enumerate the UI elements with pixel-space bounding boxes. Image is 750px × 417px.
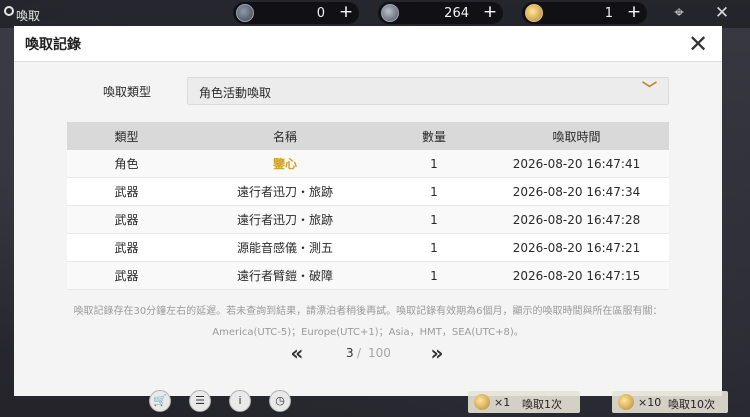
table-row: 武器 遠行者迅刀・旅跡 1 2026-08-20 16:47:28 — [67, 206, 669, 234]
shop-icon[interactable]: 🛒 — [149, 390, 171, 412]
row-type: 武器 — [114, 213, 139, 227]
pull-ten-button[interactable]: ×10 喚取10次 — [612, 391, 728, 413]
top-bar: 喚取 0 + 264 + 1 + ⌖ ✕ — [0, 0, 750, 28]
row-time: 2026-08-20 16:47:21 — [512, 240, 641, 255]
table-row: 武器 遠行者臂鎧・破障 1 2026-08-20 16:47:15 — [67, 262, 669, 290]
target-icon[interactable]: ⌖ — [669, 3, 689, 23]
column-header-time: 喚取時間 — [552, 129, 601, 144]
list-icon[interactable]: ☰ — [189, 390, 211, 412]
history-table: 類型 名稱 數量 喚取時間 角色 鑒心 1 2026-08-20 16:47:4… — [67, 122, 669, 290]
info-icon[interactable]: i — [229, 390, 251, 412]
table-row: 角色 鑒心 1 2026-08-20 16:47:41 — [67, 150, 669, 178]
row-qty: 1 — [430, 156, 438, 171]
close-icon[interactable]: ✕ — [684, 30, 712, 58]
row-time: 2026-08-20 16:47:15 — [512, 268, 641, 283]
row-name: 遠行者臂鎧・破障 — [236, 269, 333, 283]
resource-star: 264 + — [378, 2, 503, 24]
modal-header: 喚取記錄 ✕ — [14, 26, 722, 62]
row-qty: 1 — [430, 268, 438, 283]
gold-coin-icon — [474, 394, 490, 410]
history-icon[interactable]: ◷ — [269, 390, 291, 412]
row-name: 源能音感儀・測五 — [236, 241, 333, 255]
column-header-qty: 數量 — [421, 129, 446, 144]
row-time: 2026-08-20 16:47:34 — [512, 184, 641, 199]
current-page: 3 — [346, 346, 354, 360]
add-star-button[interactable]: + — [481, 4, 499, 22]
pull-one-label: 喚取1次 — [522, 398, 562, 411]
pull-ten-count: ×10 — [638, 396, 662, 409]
resource-gold: 1 + — [522, 2, 647, 24]
prev-page-icon[interactable]: « — [286, 343, 308, 364]
resource-lunite: 0 + — [233, 2, 359, 24]
row-qty: 1 — [430, 184, 438, 199]
resource-gold-value: 1 — [604, 6, 613, 21]
back-icon[interactable] — [4, 6, 14, 16]
close-screen-icon[interactable]: ✕ — [712, 3, 732, 23]
pagination: « 3 / 100 » — [14, 343, 722, 364]
column-header-type: 類型 — [114, 129, 139, 144]
row-qty: 1 — [430, 240, 438, 255]
filter-label: 喚取類型 — [103, 85, 152, 99]
notice-line-1: 喚取記錄存在30分鐘左右的延遲。若未查詢到結果，請漂泊者稍後再試。喚取記錄有效期… — [73, 306, 663, 317]
row-name: 鑒心 — [272, 157, 297, 171]
pull-one-count: ×1 — [494, 396, 511, 409]
table-row: 武器 遠行者迅刀・旅跡 1 2026-08-20 16:47:34 — [67, 178, 669, 206]
resource-star-value: 264 — [444, 6, 469, 21]
pull-history-modal: 喚取記錄 ✕ 喚取類型 角色活動喚取 ﹀ 類型 名稱 數量 喚取時間 角色 鑒心… — [14, 26, 722, 396]
table-row: 武器 源能音感儀・測五 1 2026-08-20 16:47:21 — [67, 234, 669, 262]
page-separator: / — [357, 346, 362, 360]
row-type: 武器 — [114, 269, 139, 283]
row-type: 武器 — [114, 185, 139, 199]
column-header-name: 名稱 — [272, 129, 297, 144]
total-pages: 100 — [368, 346, 391, 360]
pull-one-button[interactable]: ×1 喚取1次 — [468, 391, 580, 413]
table-body: 角色 鑒心 1 2026-08-20 16:47:41 武器 遠行者迅刀・旅跡 … — [67, 150, 669, 290]
table-header: 類型 名稱 數量 喚取時間 — [67, 122, 669, 150]
delay-notice: 喚取記錄存在30分鐘左右的延遲。若未查詢到結果，請漂泊者稍後再試。喚取記錄有效期… — [44, 301, 692, 343]
row-qty: 1 — [430, 212, 438, 227]
chevron-down-icon: ﹀ — [642, 80, 658, 98]
star-icon — [381, 4, 399, 22]
row-time: 2026-08-20 16:47:28 — [512, 212, 641, 227]
pull-ten-label: 喚取10次 — [668, 398, 715, 411]
add-gold-button[interactable]: + — [625, 4, 643, 22]
gold-coin-icon — [618, 394, 634, 410]
row-time: 2026-08-20 16:47:41 — [512, 156, 641, 171]
pull-type-select[interactable]: 角色活動喚取 ﹀ — [187, 77, 669, 105]
modal-title: 喚取記錄 — [25, 37, 81, 53]
pull-type-value: 角色活動喚取 — [199, 86, 272, 100]
row-name: 遠行者迅刀・旅跡 — [236, 185, 333, 199]
bottom-bar: 🛒 ☰ i ◷ ×1 喚取1次 ×10 喚取10次 — [0, 388, 750, 417]
resource-lunite-value: 0 — [316, 6, 325, 21]
lunite-icon — [236, 4, 254, 22]
next-page-icon[interactable]: » — [426, 343, 448, 364]
add-lunite-button[interactable]: + — [337, 4, 355, 22]
gold-coin-icon — [525, 4, 543, 22]
page-title: 喚取 — [16, 9, 41, 23]
notice-line-2: America(UTC-5)；Europe(UTC+1)；Asia，HMT，SE… — [212, 327, 524, 338]
row-type: 角色 — [114, 157, 139, 171]
row-name: 遠行者迅刀・旅跡 — [236, 213, 333, 227]
row-type: 武器 — [114, 241, 139, 255]
